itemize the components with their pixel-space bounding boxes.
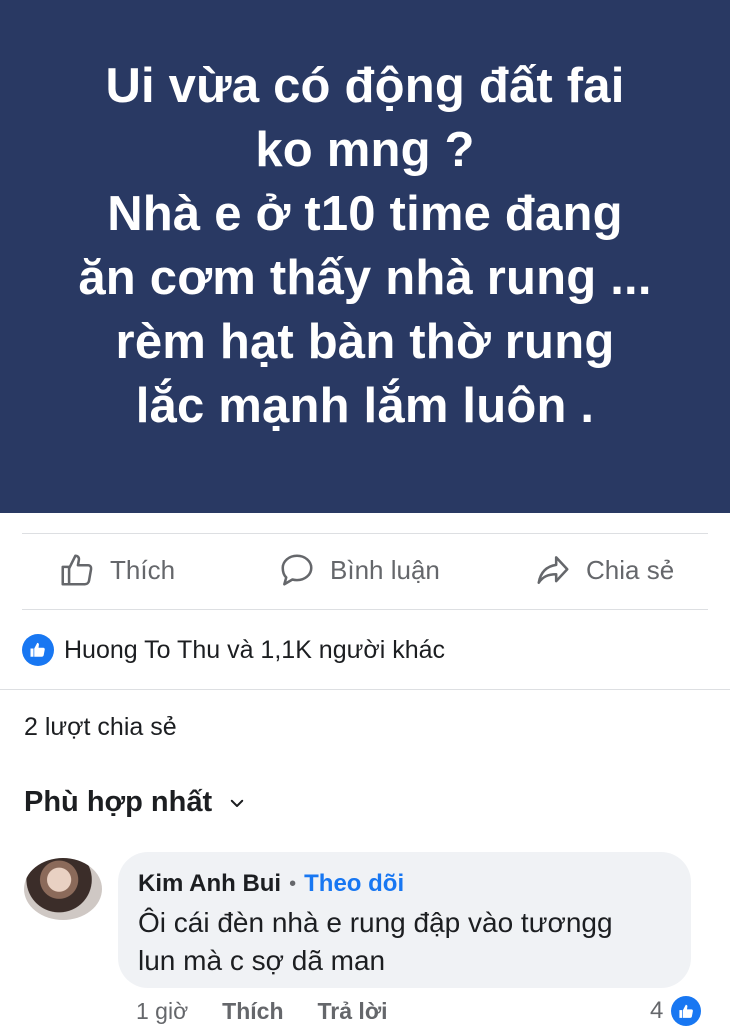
action-bar: Thích Bình luận Chia sẻ bbox=[0, 534, 730, 610]
comment-text-line: lun mà c sợ dã man bbox=[138, 945, 386, 976]
post-text-line: ăn cơm thấy nhà rung ... bbox=[78, 250, 652, 305]
avatar[interactable] bbox=[24, 858, 102, 920]
reaction-summary-text: Huong To Thu và 1,1K người khác bbox=[64, 635, 446, 664]
post-text-line: lắc mạnh lắm luôn . bbox=[135, 378, 595, 433]
chevron-down-icon bbox=[230, 799, 244, 807]
comment-label: Bình luận bbox=[330, 554, 440, 585]
comment-reaction-count: 4 bbox=[650, 997, 664, 1024]
follow-link[interactable]: Theo dõi bbox=[304, 870, 404, 898]
share-count[interactable]: 2 lượt chia sẻ bbox=[24, 713, 177, 742]
comment-reactions[interactable]: 4 bbox=[650, 996, 702, 1026]
comment-reply-button[interactable]: Trả lời bbox=[318, 998, 388, 1025]
comment-sort-dropdown[interactable]: Phù hợp nhất bbox=[24, 786, 246, 819]
share-button[interactable]: Chia sẻ bbox=[534, 548, 674, 592]
post-text: Ui vừa có động đất fai ko mng ? Nhà e ở … bbox=[58, 54, 671, 438]
comment-icon bbox=[281, 554, 313, 586]
post-text-line: Nhà e ở t10 time đang bbox=[107, 186, 623, 241]
thumbs-up-icon bbox=[61, 554, 93, 586]
post-text-line: Ui vừa có động đất fai bbox=[105, 58, 625, 113]
sort-label: Phù hợp nhất bbox=[24, 786, 213, 818]
reaction-summary[interactable]: Huong To Thu và 1,1K người khác bbox=[22, 632, 445, 668]
comment-meta: 1 giờ Thích Trả lời bbox=[136, 998, 388, 1025]
like-icon bbox=[671, 996, 702, 1026]
like-button[interactable]: Thích bbox=[58, 548, 175, 592]
post-banner: Ui vừa có động đất fai ko mng ? Nhà e ở … bbox=[0, 0, 730, 513]
comment-text-line: Ôi cái đèn nhà e rung đập vào tươngg bbox=[138, 907, 613, 938]
comment-bubble: Kim Anh Bui • Theo dõi Ôi cái đèn nhà e … bbox=[118, 852, 691, 988]
comment-text: Ôi cái đèn nhà e rung đập vào tươngg lun… bbox=[138, 904, 678, 980]
share-icon bbox=[537, 556, 569, 584]
post-text-line: ko mng ? bbox=[255, 122, 475, 177]
comment-author[interactable]: Kim Anh Bui bbox=[138, 870, 281, 898]
comment-header: Kim Anh Bui • Theo dõi bbox=[138, 870, 404, 898]
divider bbox=[0, 689, 730, 690]
like-icon bbox=[22, 634, 54, 666]
share-label: Chia sẻ bbox=[586, 554, 675, 585]
comment-button[interactable]: Bình luận bbox=[278, 548, 440, 592]
like-label: Thích bbox=[110, 554, 176, 585]
separator-dot: • bbox=[289, 872, 297, 895]
divider bbox=[22, 609, 708, 610]
post-text-line: rèm hạt bàn thờ rung bbox=[115, 314, 615, 369]
comment-like-button[interactable]: Thích bbox=[222, 998, 283, 1025]
comment-time: 1 giờ bbox=[136, 998, 189, 1024]
